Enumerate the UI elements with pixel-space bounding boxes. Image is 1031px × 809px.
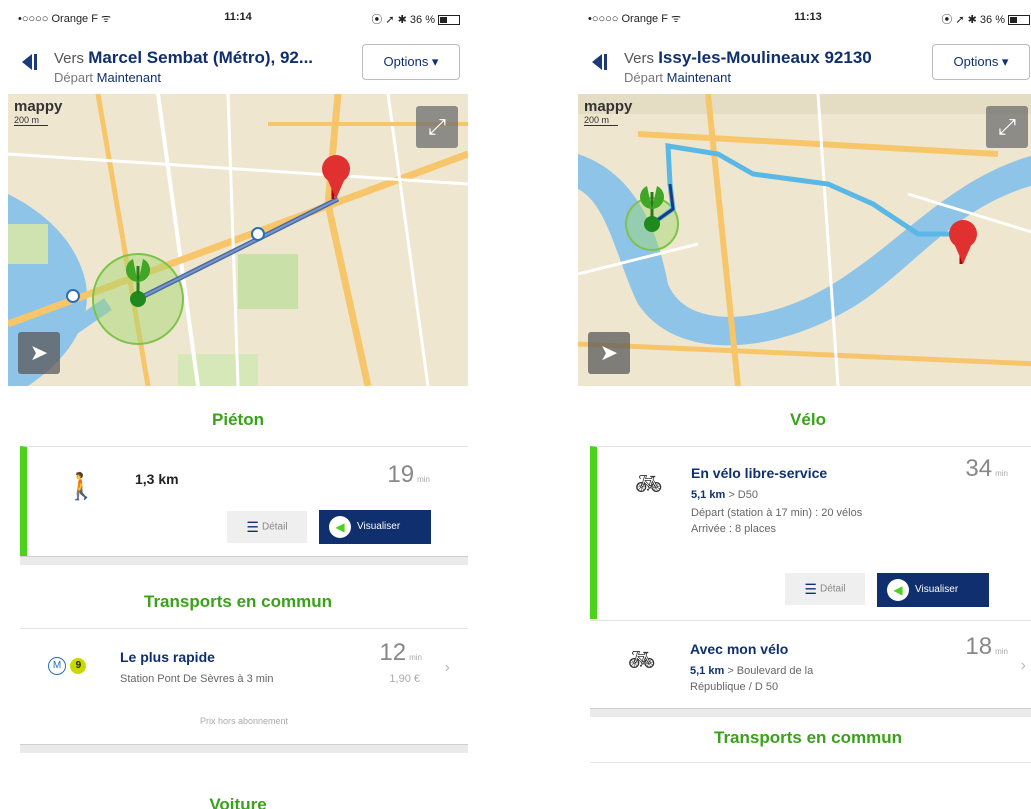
visualiser-button[interactable]: ◀ Visualiser (877, 573, 989, 607)
divider (590, 708, 1031, 717)
options-button[interactable]: Options ▾ (362, 44, 460, 80)
expand-map-icon[interactable]: ⤢ (416, 106, 458, 148)
navigate-icon: ◀ (329, 516, 351, 538)
bike-share-duration: 34 min (965, 455, 1008, 482)
list-icon: ☰ (246, 519, 259, 535)
departure-value: Maintenant (96, 70, 161, 85)
screen-bike: •○○○○ Orange F ᯤ 11:13 ⦿ ➚ ✱ 36 % Vers I… (578, 0, 1031, 809)
own-bike-route: 5,1 km > Boulevard de la (690, 665, 814, 677)
walk-duration: 19 min (387, 461, 430, 488)
navigate-icon: ◀ (887, 579, 909, 601)
status-bar: •○○○○ Orange F ᯤ 11:14 ⦿ ➚ ✱ 36 % (8, 0, 468, 32)
screen-pedestrian: •○○○○ Orange F ᯤ 11:14 ⦿ ➚ ✱ 36 % Vers M… (8, 0, 468, 809)
status-bar: •○○○○ Orange F ᯤ 11:13 ⦿ ➚ ✱ 36 % (578, 0, 1031, 32)
own-bike-title: Avec mon vélo (690, 641, 789, 657)
bike-share-card[interactable]: 🚲︎ En vélo libre-service 5,1 km > D50 Dé… (590, 446, 1031, 619)
own-bike-route-cont: République / D 50 (690, 681, 779, 693)
bicycle-icon: 🚲︎ (635, 471, 663, 496)
transit-card[interactable] (590, 762, 1031, 809)
transit-price: 1,90 € (389, 673, 420, 685)
destination-line: Vers Issy-les-Moulineaux 92130 (624, 48, 872, 67)
destination-name: Marcel Sembat (Métro), 92... (88, 48, 314, 67)
transit-title: Le plus rapide (120, 649, 215, 665)
walk-card[interactable]: 🚶 1,3 km 19 min ☰ Détail ◀ Visualiser (20, 446, 468, 557)
metro-line-icon: M 9 (48, 655, 87, 675)
price-note: Prix hors abonnement (199, 716, 289, 726)
detail-button[interactable]: ☰ Détail (785, 573, 865, 605)
departure-line: Départ Maintenant (54, 70, 161, 85)
section-title-transports: Transports en commun (144, 592, 332, 611)
destination-line: Vers Marcel Sembat (Métro), 92... (54, 48, 314, 67)
locate-me-icon[interactable]: ➤ (588, 332, 630, 374)
bicycle-icon: 🚲︎ (628, 647, 656, 672)
departure-line: Départ Maintenant (624, 70, 731, 85)
route-header: Vers Issy-les-Moulineaux 92130 Départ Ma… (578, 38, 1031, 92)
section-title-velo: Vélo (790, 410, 826, 429)
back-icon[interactable] (20, 52, 42, 74)
transit-duration: 12 min (379, 639, 422, 666)
battery-icon (1008, 15, 1030, 26)
visualiser-button[interactable]: ◀ Visualiser (319, 510, 431, 544)
list-icon: ☰ (804, 581, 817, 597)
destination-name: Issy-les-Moulineaux 92130 (658, 48, 872, 67)
route-map[interactable]: mappy 200 m ⤢ ➤ (578, 94, 1031, 386)
options-button[interactable]: Options ▾ (932, 44, 1030, 80)
bike-share-title: En vélo libre-service (691, 465, 828, 481)
own-bike-card[interactable]: 🚲︎ Avec mon vélo 5,1 km > Boulevard de l… (590, 620, 1031, 707)
battery-icon (438, 15, 460, 26)
transit-subtitle: Station Pont De Sèvres à 3 min (120, 673, 274, 685)
scale-bar: 200 m (584, 115, 618, 126)
walk-distance: 1,3 km (135, 471, 179, 487)
chevron-right-icon: › (444, 659, 450, 676)
pedestrian-icon: 🚶 (65, 471, 98, 501)
section-title-pieton: Piéton (212, 410, 264, 429)
mappy-logo: mappy 200 m (14, 98, 63, 126)
section-title-voiture: Voiture (209, 795, 267, 809)
section-title-transports: Transports en commun (714, 728, 902, 747)
locate-me-icon[interactable]: ➤ (18, 332, 60, 374)
route-map[interactable]: mappy 200 m ⤢ ➤ (8, 94, 468, 386)
transit-card[interactable]: M 9 Le plus rapide Station Pont De Sèvre… (20, 628, 468, 739)
bike-share-route: 5,1 km > D50 (691, 489, 758, 501)
battery-indicator: ⦿ ➚ ✱ 36 % (371, 11, 460, 27)
route-header: Vers Marcel Sembat (Métro), 92... Départ… (8, 38, 468, 92)
bike-share-departure: Départ (station à 17 min) : 20 vélos (691, 507, 863, 519)
chevron-right-icon: › (1020, 657, 1026, 674)
battery-indicator: ⦿ ➚ ✱ 36 % (941, 11, 1030, 27)
back-icon[interactable] (590, 52, 612, 74)
own-bike-duration: 18 min (965, 633, 1008, 660)
bike-share-arrival: Arrivée : 8 places (691, 523, 776, 535)
detail-button[interactable]: ☰ Détail (227, 511, 307, 543)
divider (20, 556, 468, 565)
departure-value: Maintenant (666, 70, 731, 85)
mappy-logo: mappy 200 m (584, 98, 633, 126)
divider (20, 744, 468, 753)
expand-map-icon[interactable]: ⤢ (986, 106, 1028, 148)
scale-bar: 200 m (14, 115, 48, 126)
